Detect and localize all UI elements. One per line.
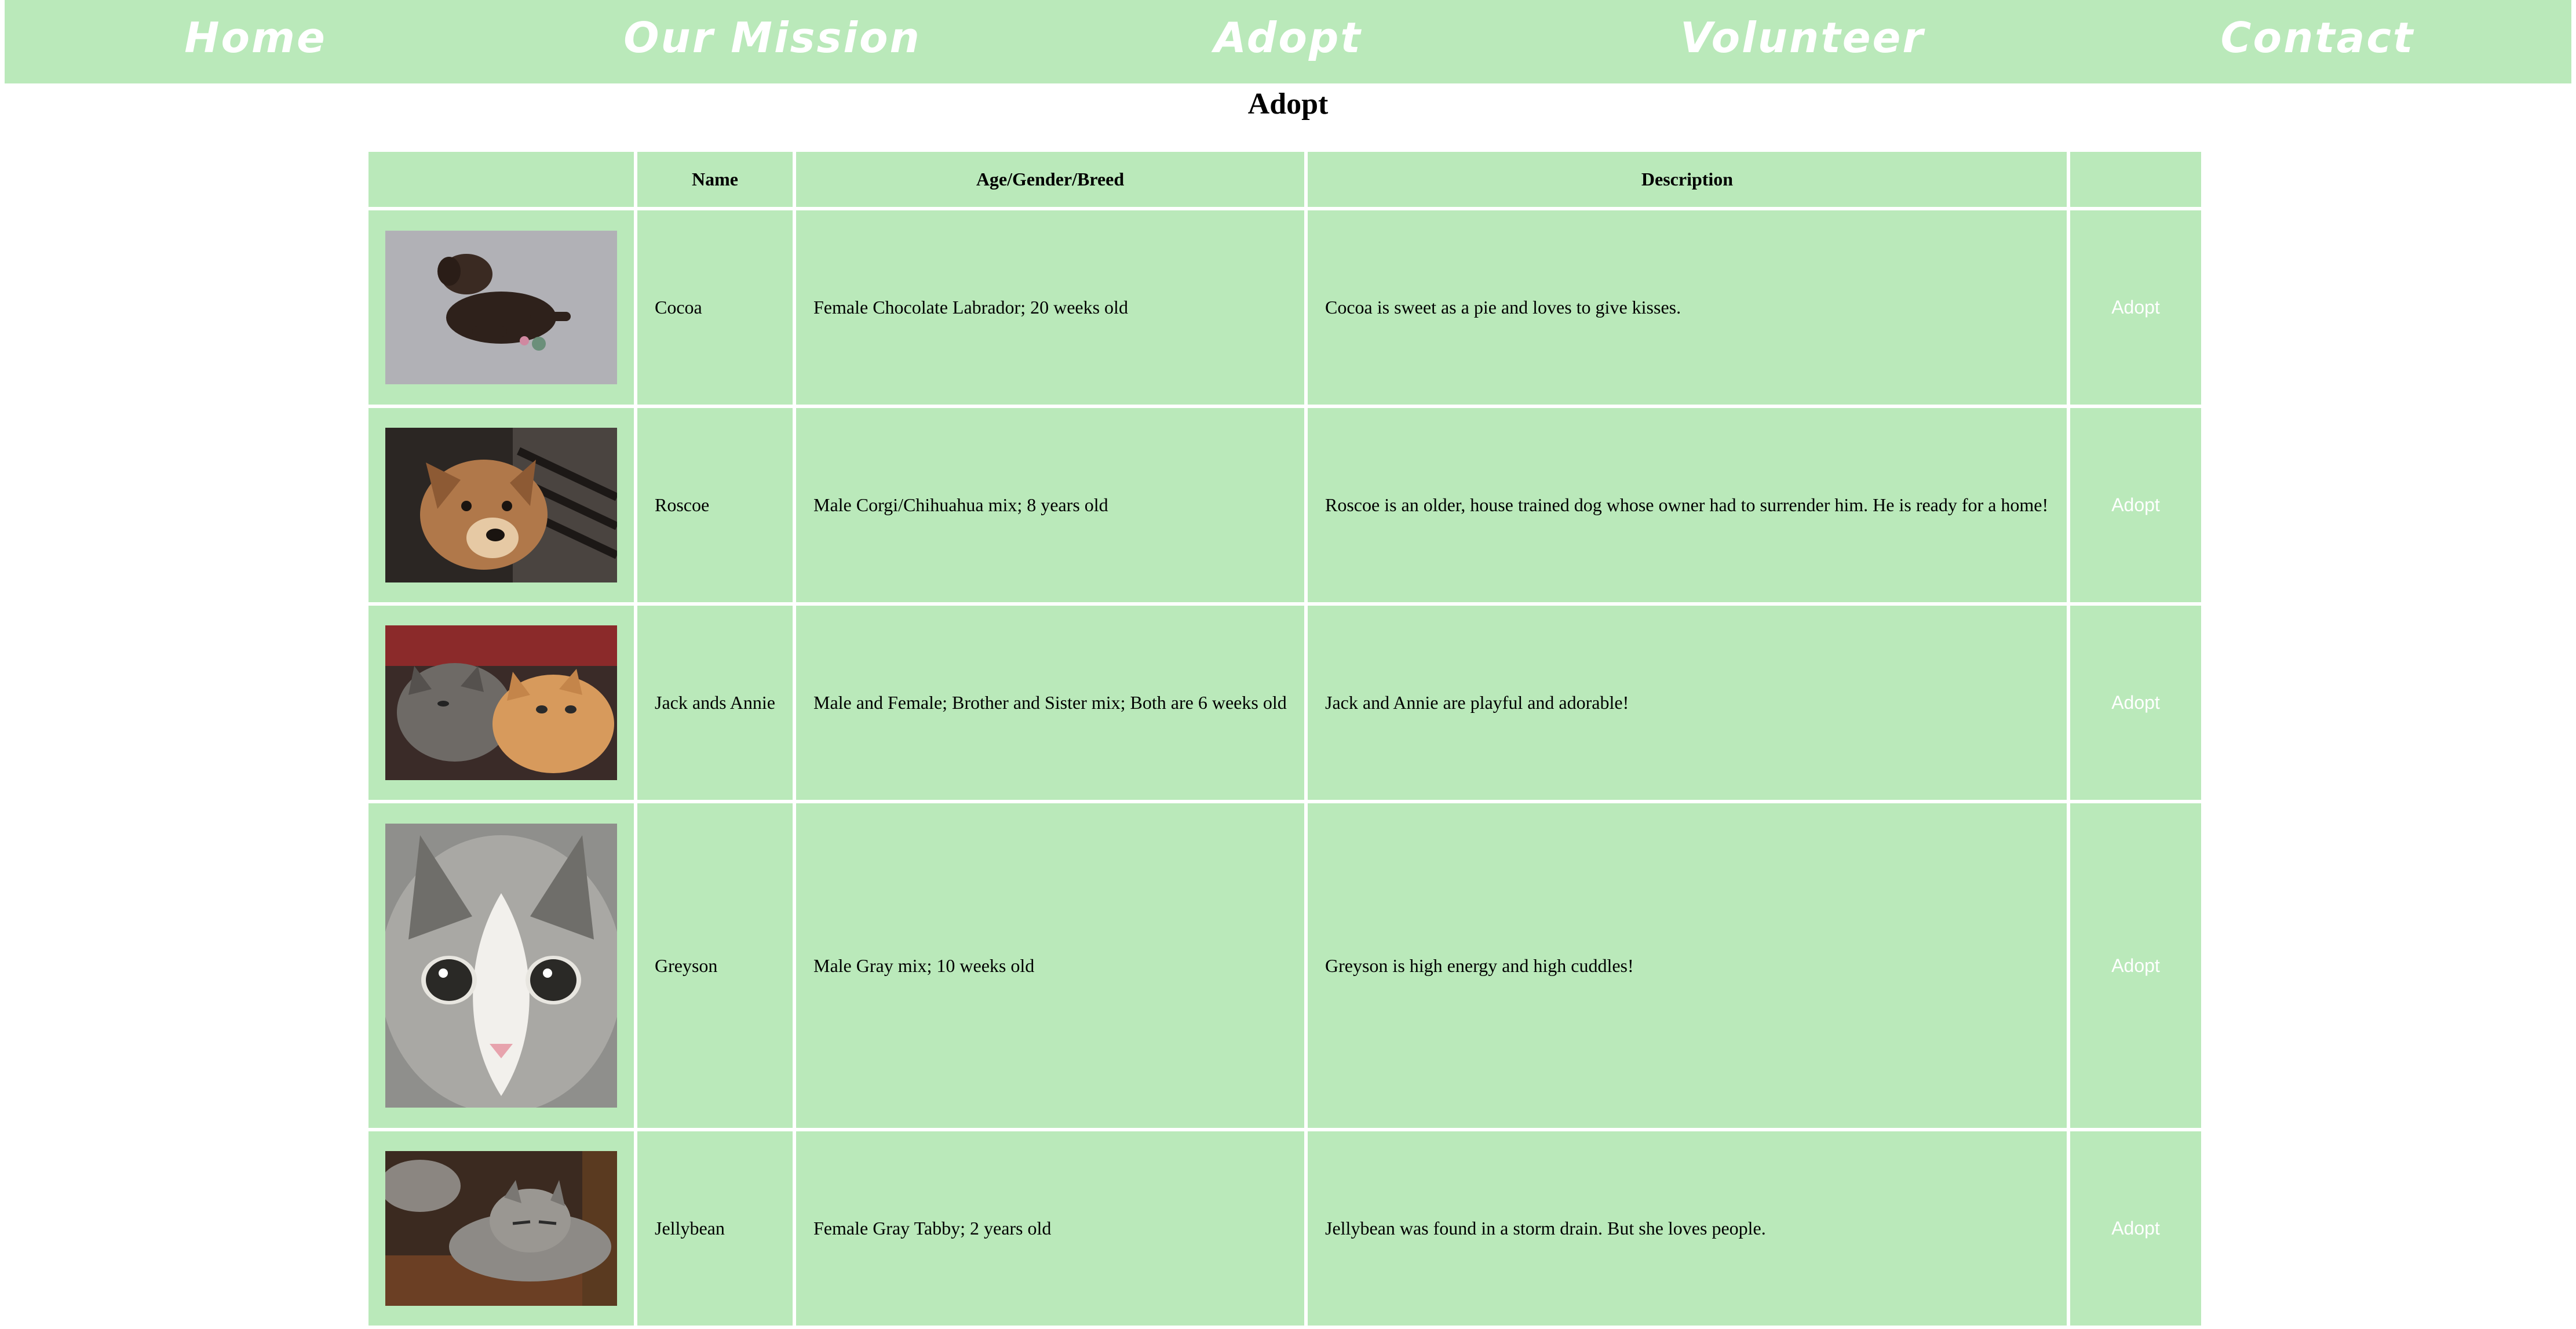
pet-details: Female Gray Tabby; 2 years old [796, 1131, 1304, 1326]
column-header-action [2070, 152, 2201, 207]
pets-table: Name Age/Gender/Breed Description Cocoa … [365, 148, 2205, 1329]
table-row: Jack ands Annie Male and Female; Brother… [368, 606, 2201, 800]
pet-description: Cocoa is sweet as a pie and loves to giv… [1308, 210, 2067, 405]
chocolate-labrador-puppy-photo [385, 231, 617, 384]
pet-name: Cocoa [637, 210, 793, 405]
photo-cell [368, 210, 634, 405]
adopt-link-jellybean[interactable]: Adopt [2111, 1218, 2160, 1239]
pet-description: Jellybean was found in a storm drain. Bu… [1308, 1131, 2067, 1326]
pet-details: Male and Female; Brother and Sister mix;… [796, 606, 1304, 800]
nav-link-adopt[interactable]: Adopt [1214, 0, 1362, 75]
pet-details: Male Corgi/Chihuahua mix; 8 years old [796, 408, 1304, 602]
column-header-description: Description [1308, 152, 2067, 207]
pet-description: Jack and Annie are playful and adorable! [1308, 606, 2067, 800]
table-row: Roscoe Male Corgi/Chihuahua mix; 8 years… [368, 408, 2201, 602]
column-header-name: Name [637, 152, 793, 207]
two-kittens-photo [385, 625, 617, 780]
photo-cell [368, 606, 634, 800]
page-title: Adopt [1247, 88, 1329, 121]
photo-cell [368, 803, 634, 1128]
pet-name: Jack ands Annie [637, 606, 793, 800]
adopt-link-cocoa[interactable]: Adopt [2111, 297, 2160, 318]
adopt-link-greyson[interactable]: Adopt [2111, 955, 2160, 976]
adopt-link-roscoe[interactable]: Adopt [2111, 494, 2160, 515]
adopt-cell: Adopt [2070, 803, 2201, 1128]
corgi-chihuahua-dog-photo [385, 428, 617, 582]
adopt-link-jack-and-annie[interactable]: Adopt [2111, 692, 2160, 713]
column-header-details: Age/Gender/Breed [796, 152, 1304, 207]
adopt-cell: Adopt [2070, 210, 2201, 405]
photo-cell [368, 408, 634, 602]
pet-name: Greyson [637, 803, 793, 1128]
adopt-cell: Adopt [2070, 1131, 2201, 1326]
top-navigation-bar: Home Our Mission Adopt Volunteer Contact [5, 0, 2571, 83]
table-header-row: Name Age/Gender/Breed Description [368, 152, 2201, 207]
nav-link-our-mission[interactable]: Our Mission [623, 0, 921, 75]
nav-link-contact[interactable]: Contact [2221, 0, 2415, 75]
pet-name: Jellybean [637, 1131, 793, 1326]
table-row: Greyson Male Gray mix; 10 weeks old Grey… [368, 803, 2201, 1128]
adopt-cell: Adopt [2070, 606, 2201, 800]
nav-link-volunteer[interactable]: Volunteer [1680, 0, 1925, 75]
table-row: Jellybean Female Gray Tabby; 2 years old… [368, 1131, 2201, 1326]
photo-cell [368, 1131, 634, 1326]
pet-description: Greyson is high energy and high cuddles! [1308, 803, 2067, 1128]
column-header-photo [368, 152, 634, 207]
gray-kitten-face-photo [385, 824, 617, 1108]
pet-name: Roscoe [637, 408, 793, 602]
pet-description: Roscoe is an older, house trained dog wh… [1308, 408, 2067, 602]
adopt-cell: Adopt [2070, 408, 2201, 602]
nav-link-home[interactable]: Home [184, 0, 327, 75]
pet-details: Male Gray mix; 10 weeks old [796, 803, 1304, 1128]
table-row: Cocoa Female Chocolate Labrador; 20 week… [368, 210, 2201, 405]
pet-details: Female Chocolate Labrador; 20 weeks old [796, 210, 1304, 405]
gray-tabby-cat-photo [385, 1151, 617, 1306]
